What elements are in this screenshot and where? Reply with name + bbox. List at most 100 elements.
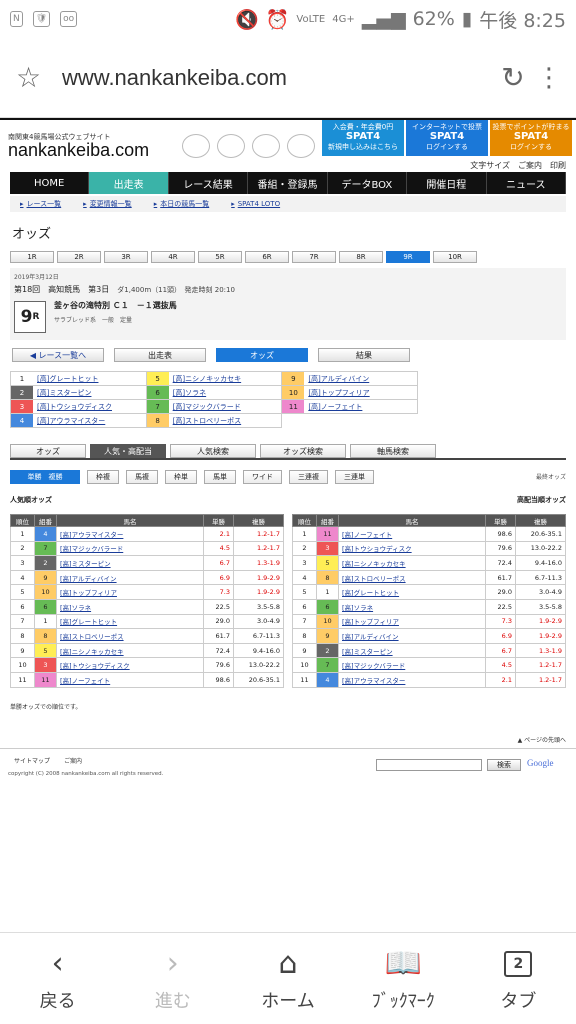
page-top-link[interactable]: ▲ ページの先頭へ	[518, 735, 566, 744]
tab-trio[interactable]: 三連複	[289, 470, 328, 484]
reload-icon[interactable]: ↻	[490, 61, 536, 94]
nav-results[interactable]: レース結果	[169, 172, 249, 194]
subnav-changes[interactable]: 変更情報一覧	[83, 199, 132, 209]
tab-race-1[interactable]: 1R	[10, 251, 54, 263]
horse-name-link[interactable]: [高]トップフィリア	[338, 613, 486, 630]
horse-name-link[interactable]: [高]ソラネ	[56, 598, 204, 615]
subnav-today[interactable]: 本日の競馬一覧	[154, 199, 209, 209]
horse-name-link[interactable]: [高]トップフィリア	[304, 388, 369, 398]
more-menu-icon[interactable]: ⋮	[536, 63, 562, 93]
result-button[interactable]: 結果	[318, 348, 410, 362]
horse-name-link[interactable]: [高]マジックバラード	[56, 540, 204, 557]
horse-name-link[interactable]: [高]ソラネ	[169, 388, 206, 398]
horse-name-link[interactable]: [高]トウショウディスク	[33, 402, 112, 412]
kawasaki-logo-icon[interactable]	[217, 134, 245, 158]
tab-race-7[interactable]: 7R	[292, 251, 336, 263]
tab-race-9[interactable]: 9R	[386, 251, 430, 263]
bookmarks-button[interactable]: 📖 ﾌﾞｯｸﾏｰｸ	[346, 933, 461, 1024]
tab-exacta[interactable]: 馬単	[204, 470, 236, 484]
horse-name-link[interactable]: [高]ミスターピン	[56, 555, 204, 571]
horse-name-link[interactable]: [高]トウショウディスク	[56, 657, 204, 673]
horse-name-link[interactable]: [高]マジックバラード	[338, 657, 486, 673]
home-button[interactable]: ⌂ ホーム	[230, 933, 345, 1024]
horse-name-link[interactable]: [高]ストロベリーポス	[169, 416, 241, 426]
horse-name-link[interactable]: [高]アルディバイン	[304, 374, 369, 384]
tab-axis-search[interactable]: 軸馬検索	[350, 444, 436, 458]
race-list-button[interactable]: ◀ レース一覧へ	[12, 348, 104, 362]
rank-cell: 6	[10, 598, 35, 615]
tab-race-10[interactable]: 10R	[433, 251, 477, 263]
horse-name-link[interactable]: [高]ソラネ	[338, 598, 486, 615]
entries-button[interactable]: 出走表	[114, 348, 206, 362]
rank-cell: 5	[292, 584, 317, 600]
nav-entries[interactable]: 出走表	[89, 172, 169, 194]
back-button[interactable]: ‹ 戻る	[0, 933, 115, 1024]
horse-name-link[interactable]: [高]グレートヒット	[56, 613, 204, 630]
nav-home[interactable]: HOME	[10, 172, 90, 194]
horse-name-link[interactable]: [高]ストロベリーポス	[56, 628, 204, 644]
sitemap-link[interactable]: サイトマップ	[14, 756, 50, 765]
horse-name-link[interactable]: [高]ミスターピン	[33, 388, 91, 398]
horse-name-link[interactable]: [高]ニシノキッカセキ	[169, 374, 241, 384]
tab-quinella[interactable]: 馬複	[126, 470, 158, 484]
horse-name-link[interactable]: [高]アウラマイスター	[56, 526, 204, 542]
tab-race-5[interactable]: 5R	[198, 251, 242, 263]
tab-race-6[interactable]: 6R	[245, 251, 289, 263]
horse-name-link[interactable]: [高]ミスターピン	[338, 642, 486, 659]
url-field[interactable]: www.nankankeiba.com	[56, 65, 490, 91]
site-search-input[interactable]	[376, 759, 482, 771]
tab-race-3[interactable]: 3R	[104, 251, 148, 263]
funabashi-logo-icon[interactable]	[252, 134, 280, 158]
tab-race-2[interactable]: 2R	[57, 251, 101, 263]
horse-name-link[interactable]: [高]トウショウディスク	[338, 540, 486, 557]
tab-popular-search[interactable]: 人気検索	[170, 444, 256, 458]
nav-news[interactable]: ニュース	[487, 172, 566, 194]
tab-odds-search[interactable]: オッズ検索	[260, 444, 346, 458]
nav-schedule[interactable]: 開催日程	[407, 172, 487, 194]
subnav-race-list[interactable]: レース一覧	[20, 199, 62, 209]
tab-win-place[interactable]: 単勝 複勝	[10, 470, 80, 484]
tab-popular-high[interactable]: 人気・高配当	[90, 444, 166, 458]
horse-name-link[interactable]: [高]アルディバイン	[338, 628, 486, 644]
tab-odds[interactable]: オッズ	[10, 444, 86, 458]
tab-race-8[interactable]: 8R	[339, 251, 383, 263]
search-button[interactable]: 検索	[487, 759, 521, 771]
subnav-loto[interactable]: SPAT4 LOTO	[231, 200, 280, 208]
nav-programs[interactable]: 番組・登録馬	[248, 172, 328, 194]
ooi-logo-icon[interactable]	[182, 134, 210, 158]
forward-button[interactable]: › 進む	[115, 933, 230, 1024]
print-link[interactable]: 印刷	[550, 160, 566, 171]
horse-name-link[interactable]: [高]アウラマイスター	[33, 416, 105, 426]
horse-name-link[interactable]: [高]マジックバラード	[169, 402, 241, 412]
tab-trifecta[interactable]: 三連単	[335, 470, 374, 484]
horse-name-link[interactable]: [高]ノーフェイト	[56, 671, 204, 688]
urawa-logo-icon[interactable]	[287, 134, 315, 158]
horse-name-link[interactable]: [高]ノーフェイト	[304, 402, 362, 412]
bookmark-star-icon[interactable]: ☆	[16, 61, 56, 94]
place-odds-cell: 1.2-1.7	[515, 671, 566, 688]
spat4-login-banner[interactable]: インターネットで投票 SPAT4 ログインする	[406, 120, 488, 156]
tabs-button[interactable]: 2 タブ	[461, 933, 576, 1024]
spat4-premium-banner[interactable]: 投票でポイントが貯まる SPAT4 ログインする	[490, 120, 572, 156]
horse-name-link[interactable]: [高]ニシノキッカセキ	[56, 642, 204, 659]
nav-databox[interactable]: データBOX	[328, 172, 408, 194]
horse-name-link[interactable]: [高]アルディバイン	[56, 569, 204, 586]
horse-name-link[interactable]: [高]ニシノキッカセキ	[338, 555, 486, 571]
horse-name-link[interactable]: [高]トップフィリア	[56, 584, 204, 600]
site-logo[interactable]: nankankeiba.com	[8, 140, 149, 161]
guide-link[interactable]: ご案内	[518, 160, 542, 171]
font-size-link[interactable]: 文字サイズ	[470, 160, 510, 171]
guide-footer-link[interactable]: ご案内	[64, 756, 82, 765]
spat4-signup-banner[interactable]: 入会費・年会費0円 SPAT4 新規申し込みはこちら	[322, 120, 404, 156]
horse-name-link[interactable]: [高]ストロベリーポス	[338, 569, 486, 586]
horse-name-link[interactable]: [高]ノーフェイト	[338, 526, 486, 542]
odds-button[interactable]: オッズ	[216, 348, 308, 362]
horse-name-link[interactable]: [高]グレートヒット	[338, 584, 486, 600]
horse-name-link[interactable]: [高]アウラマイスター	[338, 671, 486, 688]
tab-bracket-exacta[interactable]: 枠単	[165, 470, 197, 484]
tab-wide[interactable]: ワイド	[243, 470, 282, 484]
tab-bracket-quinella[interactable]: 枠複	[87, 470, 119, 484]
place-odds-cell: 1.2-1.7	[233, 540, 284, 557]
tab-race-4[interactable]: 4R	[151, 251, 195, 263]
horse-name-link[interactable]: [高]グレートヒット	[33, 374, 98, 384]
